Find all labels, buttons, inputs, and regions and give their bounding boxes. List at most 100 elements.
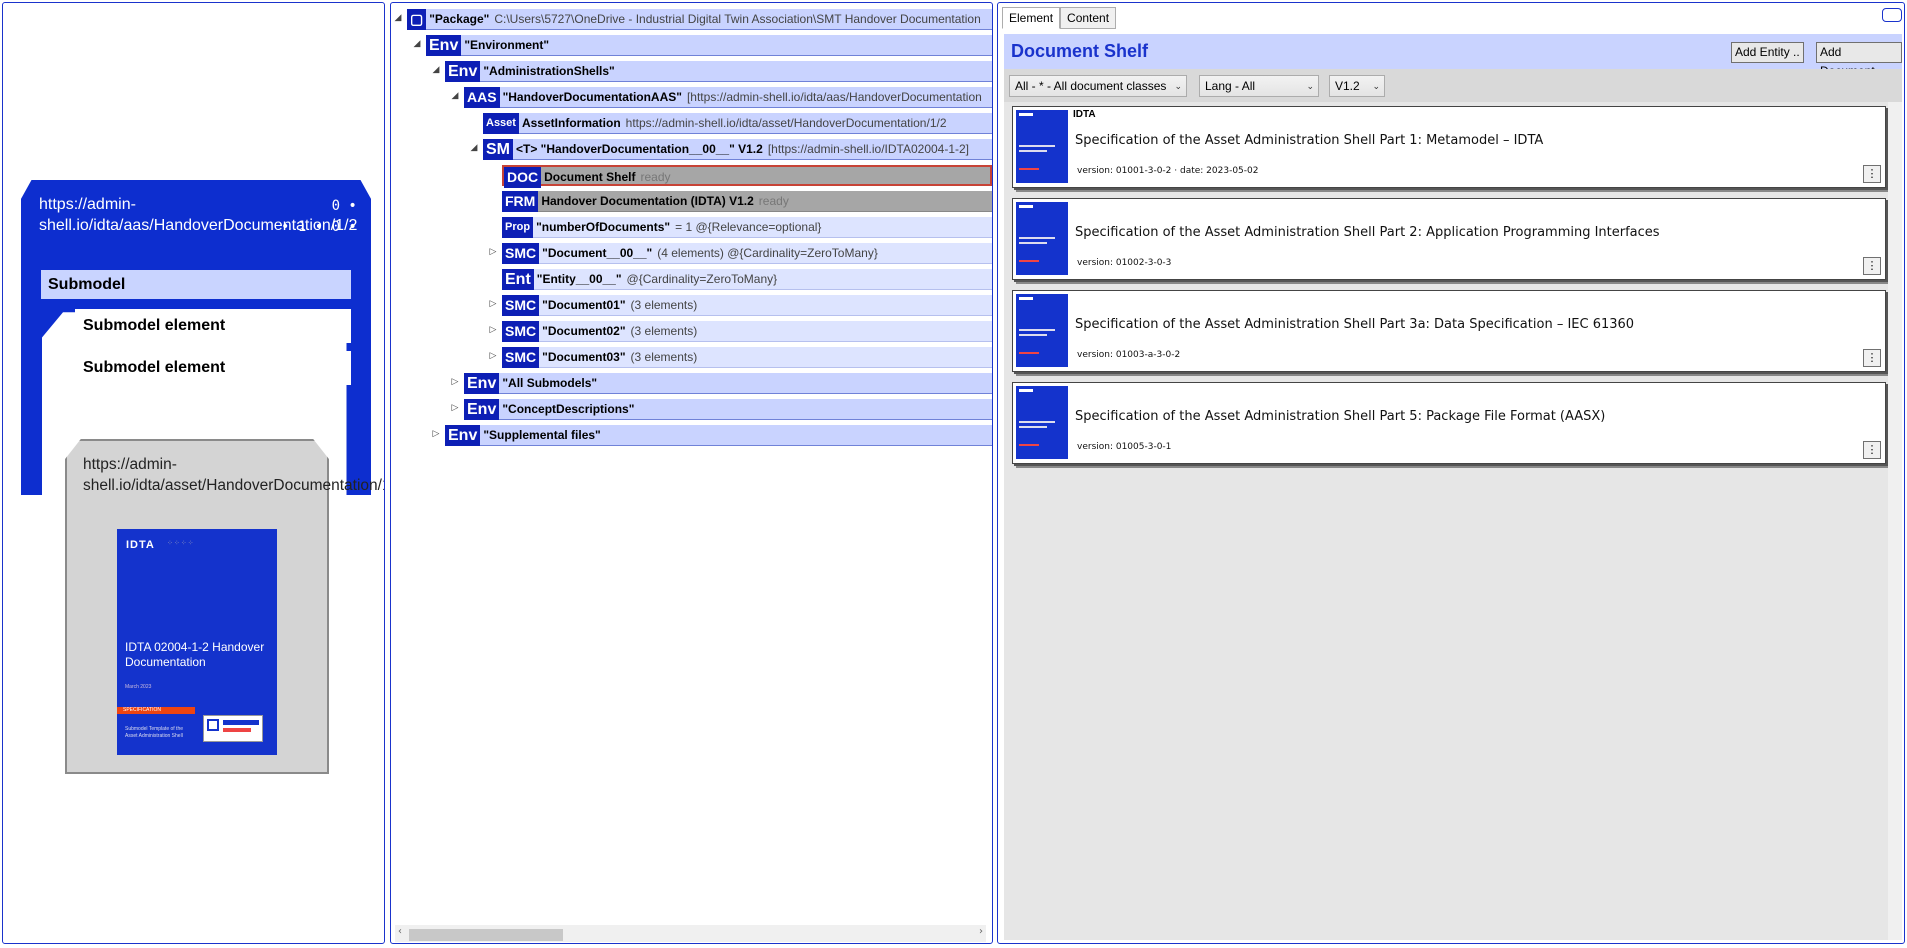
collapse-icon[interactable]: ◢ (393, 12, 403, 23)
tree-row-form-handover[interactable]: FRM Handover Documentation (IDTA) V1.2 rea… (391, 189, 992, 213)
tree-row-body[interactable]: Env "All Submodels" (464, 373, 992, 394)
element-type-badge: Env (464, 373, 500, 394)
document-class-select[interactable]: All - * - All document classes ⌄ (1009, 75, 1187, 97)
aas-tree-pane[interactable]: ◢ ▢ "Package" C:\Users\5727\OneDrive - Indu… (390, 2, 993, 944)
document-card[interactable]: Specification of the Asset Administratio… (1012, 198, 1886, 280)
asset-thumbnail: IDTA ⁘⁘⁘⁘ IDTA 02004-1-2 Handover Docume… (117, 529, 277, 755)
tree-row-label: "Supplemental files" (483, 428, 601, 442)
expand-icon[interactable]: ▷ (488, 324, 498, 335)
document-version: version: 01001-3-0-2 · date: 2023-05-02 (1077, 166, 1259, 176)
tree-row-aas-handover[interactable]: ◢ AAS "HandoverDocumentationAAS" [https://a… (391, 85, 992, 109)
scroll-thumb[interactable] (409, 929, 563, 941)
element-type-badge: Env (445, 61, 481, 82)
tree-row-document02[interactable]: ▷ SMC "Document02" (3 elements) (391, 319, 992, 343)
document-card[interactable]: Specification of the Asset Administratio… (1012, 382, 1886, 464)
add-document-button[interactable]: Add Document .. (1816, 42, 1902, 78)
expand-icon[interactable]: ▷ (488, 350, 498, 361)
element-type-badge: Env (426, 35, 462, 56)
tree-row-body[interactable]: Env "AdministrationShells" (445, 61, 992, 82)
element-type-badge: SMC (502, 347, 540, 368)
tree-row-body[interactable]: Env "Environment" (426, 35, 992, 56)
tree-row-asset-information[interactable]: Asset AssetInformation https://admin-shell… (391, 111, 992, 135)
language-select[interactable]: Lang - All ⌄ (1199, 75, 1319, 97)
tree-row-body[interactable]: FRM Handover Documentation (IDTA) V1.2 rea… (502, 191, 992, 212)
tree-row-body[interactable]: Env "ConceptDescriptions" (464, 399, 992, 420)
tree-row-label: "HandoverDocumentationAAS" (502, 90, 682, 104)
collapse-icon[interactable]: ◢ (412, 38, 422, 49)
tree-row-body[interactable]: SMC "Document03" (3 elements) (502, 347, 992, 368)
cover-strip-label: SPECIFICATION (123, 707, 161, 713)
document-card[interactable]: IDTA Specification of the Asset Administr… (1012, 106, 1886, 188)
tree-row-body[interactable]: AAS "HandoverDocumentationAAS" [https://ad… (464, 87, 992, 108)
document-version: version: 01002-3-0-3 (1077, 258, 1172, 268)
tree-row-number-of-documents[interactable]: Prop "numberOfDocuments" = 1 @{Relevance=o… (391, 215, 992, 239)
tree-row-package[interactable]: ◢ ▢ "Package" C:\Users\5727\OneDrive - Indu… (391, 7, 992, 31)
tree-row-document01[interactable]: ▷ SMC "Document01" (3 elements) (391, 293, 992, 317)
element-type-badge: AAS (464, 87, 500, 108)
tree-row-document-00[interactable]: ▷ SMC "Document__00__" (4 elements) @{Cardi… (391, 241, 992, 265)
expand-icon[interactable]: ▷ (488, 246, 498, 257)
tree-row-body[interactable]: SMC "Document__00__" (4 elements) @{Cardin… (502, 243, 992, 264)
filter-bar: All - * - All document classes ⌄ Lang - A… (1004, 69, 1902, 102)
asset-id-label: https://admin-shell.io/idta/asset/Handov… (83, 456, 385, 494)
tree-row-environment[interactable]: ◢ Env "Environment" (391, 33, 992, 57)
tree-row-administration-shells[interactable]: ◢ Env "AdministrationShells" (391, 59, 992, 83)
tree-row-all-submodels[interactable]: ▷ Env "All Submodels" (391, 371, 992, 395)
tree-row-info: (4 elements) @{Cardinality=ZeroToMany} (657, 246, 878, 260)
tab-content[interactable]: Content (1060, 7, 1117, 29)
element-type-badge: Ent (502, 269, 534, 290)
version-value: V1.2 (1335, 79, 1360, 93)
tree-row-submodel-handover[interactable]: ◢ SM <T> "HandoverDocumentation__00__" V1.… (391, 137, 992, 161)
document-list-scrollbar[interactable] (1888, 102, 1902, 940)
expand-icon[interactable]: ▷ (450, 402, 460, 413)
tree-row-body[interactable]: SM <T> "HandoverDocumentation__00__" V1.2… (483, 139, 992, 160)
tab-element[interactable]: Element (1002, 7, 1061, 29)
tree-row-document-shelf[interactable]: DOC Document Shelf ready (391, 163, 992, 188)
expand-icon[interactable]: ▷ (450, 376, 460, 387)
tree-row-info: C:\Users\5727\OneDrive - Industrial Digi… (494, 12, 981, 26)
tree-row-body[interactable]: SMC "Document02" (3 elements) (502, 321, 992, 342)
document-menu-button[interactable]: ⋮ (1863, 165, 1881, 183)
tree-row-body[interactable]: Asset AssetInformation https://admin-shell… (483, 113, 992, 134)
document-title: Specification of the Asset Administratio… (1075, 409, 1606, 424)
tree-row-body[interactable]: Ent "Entity__00__" @{Cardinality=ZeroToMan… (502, 269, 992, 290)
tree-row-body[interactable]: ▢ "Package" C:\Users\5727\OneDrive - Indus… (407, 9, 992, 30)
aas-id-label: https://admin-shell.io/idta/aas/Handover… (39, 196, 358, 234)
element-type-badge: SMC (502, 321, 540, 342)
tree-row-body[interactable]: SMC "Document01" (3 elements) (502, 295, 992, 316)
tree-row-supplemental-files[interactable]: ▷ Env "Supplemental files" (391, 423, 992, 447)
document-version: version: 01003-a-3-0-2 (1077, 350, 1181, 360)
tree-row-label: Document Shelf (544, 170, 636, 184)
tree-row-concept-descriptions[interactable]: ▷ Env "ConceptDescriptions" (391, 397, 992, 421)
version-select[interactable]: V1.2 ⌄ (1329, 75, 1385, 97)
document-thumbnail (1016, 294, 1068, 367)
cover-dots-icon: ⁘⁘⁘⁘ (167, 540, 195, 547)
tree-row-document03[interactable]: ▷ SMC "Document03" (3 elements) (391, 345, 992, 369)
tree-row-body[interactable]: Env "Supplemental files" (445, 425, 992, 446)
collapse-icon[interactable]: ◢ (431, 64, 441, 75)
tree-horizontal-scrollbar[interactable]: ‹ › (395, 925, 986, 942)
document-menu-button[interactable]: ⋮ (1863, 441, 1881, 459)
tree-row-entity-00[interactable]: Ent "Entity__00__" @{Cardinality=ZeroToMan… (391, 267, 992, 291)
collapse-icon[interactable]: ◢ (469, 142, 479, 153)
document-card[interactable]: Specification of the Asset Administratio… (1012, 290, 1886, 372)
collapse-icon[interactable]: ◢ (450, 90, 460, 101)
add-entity-button[interactable]: Add Entity .. (1731, 42, 1804, 63)
tree-row-info: https://admin-shell.io/idta/asset/Handov… (625, 116, 947, 130)
chevron-down-icon: ⌄ (1372, 81, 1380, 91)
cover-strip: SPECIFICATION (117, 707, 195, 714)
document-version: version: 01005-3-0-1 (1077, 442, 1172, 452)
expand-icon[interactable]: ▷ (431, 428, 441, 439)
document-menu-button[interactable]: ⋮ (1863, 257, 1881, 275)
tree-row-body[interactable]: Prop "numberOfDocuments" = 1 @{Relevance=o… (502, 217, 992, 238)
panel-toggle-icon[interactable] (1882, 8, 1902, 22)
tree-row-body[interactable]: DOC Document Shelf ready (502, 165, 992, 188)
expand-icon[interactable]: ▷ (488, 298, 498, 309)
cover-date: March 2023 (125, 684, 152, 690)
scroll-left-icon[interactable]: ‹ (398, 926, 402, 937)
scroll-right-icon[interactable]: › (979, 926, 983, 937)
document-menu-button[interactable]: ⋮ (1863, 349, 1881, 367)
element-type-badge: Asset (483, 113, 519, 134)
element-type-badge: Env (464, 399, 500, 420)
chevron-down-icon: ⌄ (1306, 81, 1314, 91)
